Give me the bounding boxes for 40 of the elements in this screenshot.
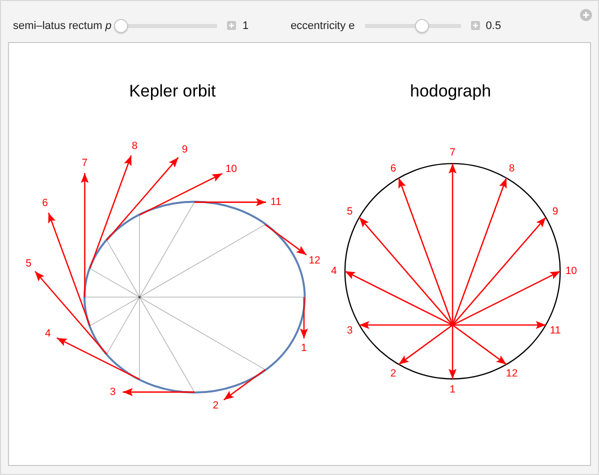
- arrow-label: 5: [346, 207, 353, 218]
- arrow-label: 1: [450, 385, 456, 396]
- arrow-label: 8: [508, 164, 515, 175]
- arrow-label: 1: [301, 344, 307, 355]
- arrow-label: 10: [565, 266, 577, 278]
- velocity-arrow: [264, 224, 307, 256]
- velocity-arrow: [223, 370, 266, 401]
- arrow-label: 12: [506, 369, 518, 380]
- arrow-label: 7: [450, 148, 456, 159]
- plus-icon[interactable]: [470, 21, 480, 30]
- slider-thumb[interactable]: [415, 18, 430, 33]
- plus-icon[interactable]: [580, 9, 592, 21]
- plot-title: Kepler orbit: [129, 82, 216, 101]
- velocity-arrow: [300, 298, 308, 339]
- arrow-label: 11: [550, 326, 561, 337]
- arrow-label: 3: [346, 326, 353, 337]
- arrow-label: 6: [390, 164, 396, 175]
- slider-value: 1: [242, 20, 249, 32]
- arrow-label: 2: [390, 369, 396, 380]
- velocity-arrow: [122, 388, 194, 396]
- arrow-label: 2: [212, 401, 219, 412]
- arrow-label: 12: [308, 256, 320, 267]
- slider-label: eccentricity e: [290, 20, 355, 32]
- arrow-label: 11: [270, 197, 282, 208]
- arrow-label: 9: [552, 207, 558, 218]
- arrow-label: 4: [330, 266, 337, 278]
- slider-label: semi–latus rectum p: [13, 20, 112, 32]
- arrow-label: 9: [182, 145, 188, 156]
- slider-value: 0.5: [486, 20, 502, 32]
- arrow-label: 10: [225, 164, 237, 176]
- arrow-label: 3: [110, 387, 116, 398]
- plus-icon[interactable]: [227, 21, 236, 30]
- arrow-label: 4: [45, 328, 51, 340]
- slider-thumb[interactable]: [114, 18, 128, 33]
- focus-dot: [138, 296, 141, 299]
- plot-title: hodograph: [410, 82, 491, 101]
- arrow-label: 6: [42, 198, 48, 210]
- arrow-label: 5: [26, 259, 32, 270]
- arrow-label: 8: [132, 141, 138, 152]
- arrow-label: 7: [82, 158, 88, 170]
